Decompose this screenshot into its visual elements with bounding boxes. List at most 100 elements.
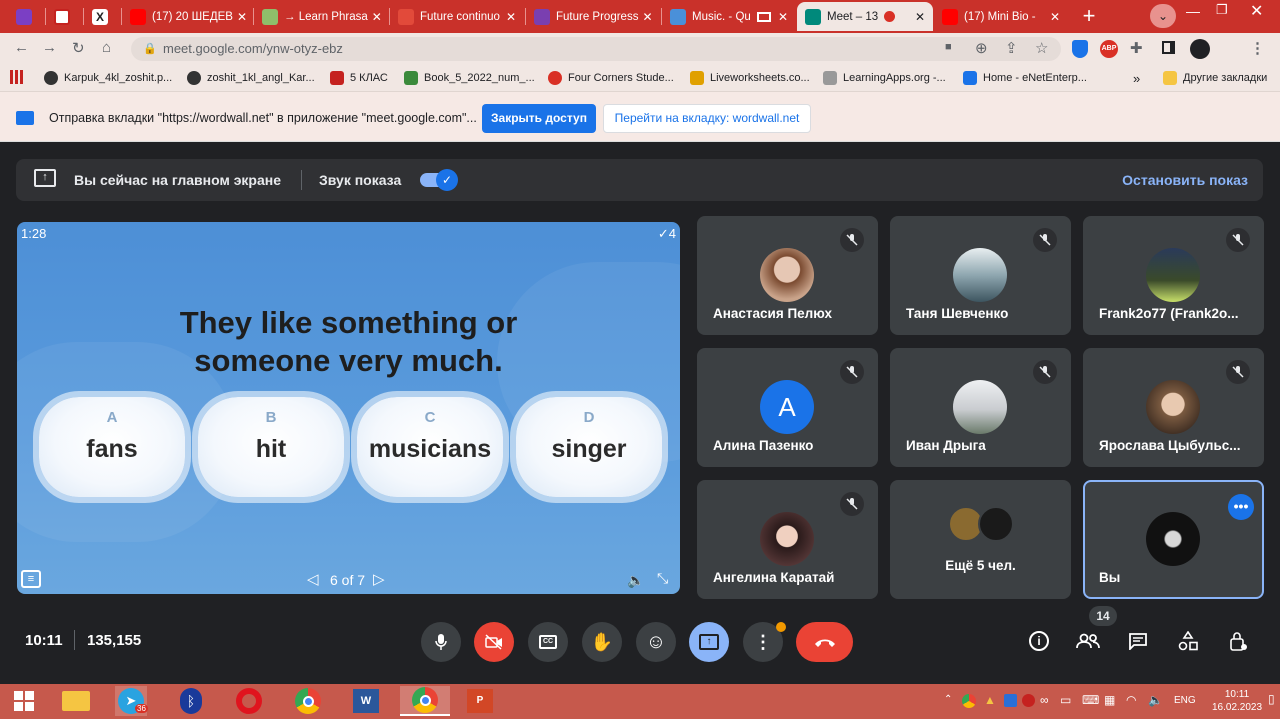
participant-tile[interactable]: Анастасия Пелюх — [697, 216, 878, 335]
tab-2[interactable] — [46, 2, 82, 31]
minimize-button[interactable]: — — [1186, 3, 1200, 19]
reactions-button[interactable]: ☺ — [636, 622, 676, 662]
tab-10[interactable]: (17) Mini Bio - ✕ — [934, 2, 1068, 31]
notifications-icon[interactable]: ▯ — [1268, 692, 1275, 706]
participant-tile[interactable]: Ярослава Цыбульс... — [1083, 348, 1264, 467]
fullscreen-exit-icon[interactable]: ⤡ — [657, 570, 668, 587]
bookmark-item[interactable]: 5 КЛАС — [330, 71, 388, 85]
close-icon[interactable]: ✕ — [774, 10, 788, 24]
forward-icon[interactable]: → — [42, 39, 57, 56]
tab-6[interactable]: Future continuo ✕ — [390, 2, 524, 31]
tab-7[interactable]: Future Progress ✕ — [526, 2, 660, 31]
windows-start-icon[interactable] — [8, 686, 40, 716]
tab-4[interactable]: (17) 20 ШЕДЕВ ✕ — [122, 2, 252, 31]
opera-tray-icon[interactable] — [1022, 694, 1035, 707]
bookmark-item[interactable]: LearningApps.org -... — [823, 71, 946, 85]
camera-icon[interactable]: ■ — [945, 41, 952, 53]
tab-8[interactable]: Music. - Qu ✕ — [662, 2, 796, 31]
adblock-icon[interactable]: ABP — [1100, 40, 1118, 58]
close-window-button[interactable]: ✕ — [1250, 1, 1263, 21]
tab-1[interactable] — [8, 2, 44, 31]
participant-tile[interactable]: Frank2o77 (Frank2o... — [1083, 216, 1264, 335]
chrome-icon[interactable] — [292, 686, 324, 716]
share-audio-toggle[interactable]: ✓ — [420, 169, 458, 191]
bluetooth-icon[interactable]: ᛒ — [175, 686, 207, 716]
activities-icon[interactable] — [1175, 628, 1201, 654]
close-icon[interactable]: ✕ — [233, 10, 247, 24]
host-controls-icon[interactable] — [1225, 628, 1251, 654]
chrome-active-icon[interactable] — [400, 686, 450, 716]
new-tab-button[interactable]: + — [1076, 5, 1102, 29]
bookmark-item[interactable]: Home - eNetEnterp... — [963, 71, 1087, 85]
answer-option-a[interactable]: Afans — [39, 397, 185, 497]
chrome-tray-icon[interactable] — [962, 694, 976, 708]
participant-tile[interactable]: A Алина Пазенко — [697, 348, 878, 467]
bookmark-item[interactable]: Book_5_2022_num_... — [404, 71, 535, 85]
meeting-info-icon[interactable]: i — [1026, 628, 1052, 654]
other-bookmarks[interactable]: Другие закладки — [1163, 71, 1267, 85]
self-tile[interactable]: ••• Вы — [1083, 480, 1264, 599]
tab-3[interactable]: X — [84, 2, 120, 31]
home-icon[interactable]: ⌂ — [102, 39, 111, 56]
close-icon[interactable]: ✕ — [638, 10, 652, 24]
bookmark-item[interactable]: Four Corners Stude... — [548, 71, 674, 85]
share-icon[interactable]: ⇪ — [1005, 39, 1018, 57]
restore-button[interactable]: ❐ — [1216, 2, 1228, 18]
volume-tray-icon[interactable]: 🔈 — [1148, 693, 1163, 707]
bookmark-item[interactable]: zoshit_1kl_angl_Kar... — [187, 71, 315, 85]
tray-expand-icon[interactable]: ⌃ — [944, 694, 952, 705]
bookmark-item[interactable]: Liveworksheets.co... — [690, 71, 810, 85]
bookmarks-overflow-icon[interactable]: » — [1133, 71, 1140, 86]
mic-button[interactable] — [421, 622, 461, 662]
people-icon[interactable] — [1075, 628, 1101, 654]
stop-sharing-button[interactable]: Закрыть доступ — [482, 104, 596, 133]
more-participants-tile[interactable]: Ещё 5 чел. — [890, 480, 1071, 599]
answer-option-d[interactable]: Dsinger — [516, 397, 662, 497]
battery-icon[interactable]: ▭ — [1060, 693, 1071, 707]
tab-5[interactable]: → Learn Phrasa ✕ — [254, 2, 388, 31]
close-icon[interactable]: ✕ — [502, 10, 516, 24]
camera-button[interactable] — [474, 622, 514, 662]
participant-tile[interactable]: Иван Дрыга — [890, 348, 1071, 467]
language-indicator[interactable]: ENG — [1174, 695, 1196, 706]
touch-keyboard-icon[interactable]: ⌨ — [1082, 693, 1099, 707]
tab-meet-active[interactable]: Meet – 13 ✕ — [797, 2, 933, 31]
word-icon[interactable]: W — [350, 686, 382, 716]
tab-search-button[interactable]: ⌄ — [1150, 4, 1176, 28]
wifi-icon[interactable]: ◠ — [1126, 693, 1136, 707]
present-button[interactable]: ↑ — [689, 622, 729, 662]
raise-hand-button[interactable]: ✋ — [582, 622, 622, 662]
warning-tray-icon[interactable]: ▲ — [984, 693, 996, 707]
menu-icon[interactable]: ≡ — [21, 570, 41, 588]
network-icon[interactable]: ▦ — [1104, 693, 1115, 707]
participant-tile[interactable]: Ангелина Каратай — [697, 480, 878, 599]
sidebar-icon[interactable] — [1162, 41, 1175, 54]
extensions-puzzle-icon[interactable]: ✚ — [1130, 39, 1143, 57]
telegram-icon[interactable]: ➤ 36 — [115, 686, 148, 716]
next-page-icon[interactable]: ▷ — [373, 570, 385, 588]
leave-call-button[interactable] — [796, 622, 853, 662]
menu-kebab-icon[interactable]: ⋮ — [1250, 39, 1265, 57]
clock[interactable]: 10:11 16.02.2023 — [1212, 688, 1262, 714]
address-bar[interactable]: 🔒 meet.google.com/ynw-otyz-ebz — [131, 37, 1061, 61]
apps-icon[interactable] — [10, 70, 26, 84]
file-explorer-icon[interactable] — [60, 686, 92, 716]
close-icon[interactable]: ✕ — [368, 10, 382, 24]
chat-icon[interactable] — [1125, 628, 1151, 654]
reload-icon[interactable]: ↻ — [72, 39, 85, 57]
participant-tile[interactable]: Таня Шевченко — [890, 216, 1071, 335]
tray-app-icon[interactable] — [1004, 694, 1017, 707]
back-icon[interactable]: ← — [14, 39, 29, 56]
switch-to-tab-button[interactable]: Перейти на вкладку: wordwall.net — [603, 104, 811, 133]
bookmark-star-icon[interactable]: ☆ — [1035, 39, 1048, 57]
answer-option-c[interactable]: Cmusicians — [357, 397, 503, 497]
answer-option-b[interactable]: Bhit — [198, 397, 344, 497]
bookmark-item[interactable]: Karpuk_4kl_zoshit.p... — [44, 71, 172, 85]
profile-avatar[interactable] — [1190, 39, 1210, 59]
zoom-icon[interactable]: ⊕ — [975, 39, 988, 57]
opera-icon[interactable] — [233, 686, 265, 716]
powerpoint-icon[interactable]: P — [464, 686, 496, 716]
link-tray-icon[interactable]: ∞ — [1040, 693, 1049, 707]
close-icon[interactable]: ✕ — [1046, 10, 1060, 24]
prev-page-icon[interactable]: ◁ — [307, 570, 319, 588]
